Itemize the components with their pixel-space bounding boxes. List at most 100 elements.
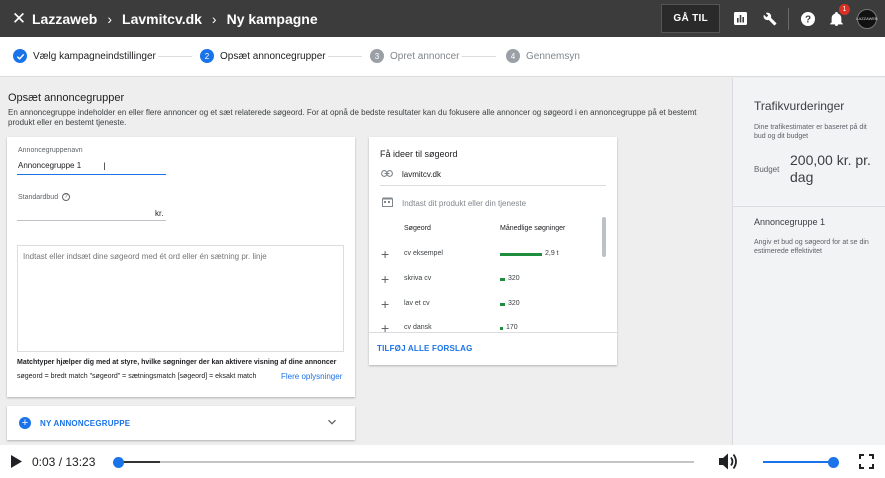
volume-icon[interactable] bbox=[717, 452, 739, 471]
col-monthly-searches: Månedlige søgninger bbox=[500, 225, 566, 232]
col-keyword: Søgeord bbox=[404, 225, 431, 232]
step-2[interactable]: 2 Opsæt annoncegrupper bbox=[200, 49, 326, 63]
top-bar-actions: GÅ TIL ? 1 LAZZAWEB bbox=[661, 0, 878, 37]
volume-knob[interactable] bbox=[827, 456, 839, 468]
volume-track[interactable] bbox=[763, 461, 833, 463]
adgroup-card: Annoncegruppenavn Ⅰ Standardbud ? kr. Ma… bbox=[7, 137, 355, 397]
volume-value: 320 bbox=[508, 300, 520, 307]
progress-track[interactable] bbox=[116, 461, 694, 463]
add-circle-icon: + bbox=[19, 417, 31, 429]
add-icon[interactable]: + bbox=[381, 271, 389, 287]
traffic-estimates-panel: Trafikvurderinger Dine trafikestimater e… bbox=[732, 78, 885, 458]
divider bbox=[788, 7, 789, 30]
step-connector bbox=[462, 56, 496, 57]
keyword-idea-row: + skriva cv 320 bbox=[381, 271, 601, 287]
fullscreen-icon[interactable] bbox=[859, 454, 874, 469]
progress-knob[interactable] bbox=[113, 456, 125, 468]
match-types-title: Matchtyper hjælper dig med at styre, hvi… bbox=[17, 359, 337, 366]
chevron-right-icon: › bbox=[211, 10, 217, 27]
add-icon[interactable]: + bbox=[381, 246, 389, 262]
divider bbox=[369, 332, 617, 333]
keyword-ideas-title: Få ideer til søgeord bbox=[380, 149, 458, 159]
new-adgroup-label: NY ANNONCEGRUPPE bbox=[40, 418, 131, 428]
keyword-idea-row: + cv eksempel 2,9 t bbox=[381, 246, 601, 262]
divider bbox=[733, 206, 885, 207]
url-row[interactable]: lavmitcv.dk bbox=[380, 170, 441, 179]
adgroup-name-input[interactable] bbox=[17, 157, 166, 175]
volume-value: 320 bbox=[508, 275, 520, 282]
volume-value: 170 bbox=[506, 324, 518, 331]
step-connector bbox=[158, 56, 192, 57]
step-2-number: 2 bbox=[200, 49, 214, 63]
add-icon[interactable]: + bbox=[381, 320, 389, 336]
breadcrumb-account[interactable]: Lazzaweb bbox=[32, 11, 97, 27]
add-all-suggestions-button[interactable]: TILFØJ ALLE FORSLAG bbox=[377, 344, 473, 353]
volume-bar bbox=[500, 327, 503, 330]
product-row[interactable]: Indtast dit produkt eller din tjeneste bbox=[380, 197, 526, 209]
url-value: lavmitcv.dk bbox=[402, 170, 441, 179]
keyword-text: lav et cv bbox=[404, 300, 430, 307]
keyword-text: skriva cv bbox=[404, 275, 432, 282]
traffic-title: Trafikvurderinger bbox=[754, 99, 845, 113]
step-1[interactable]: Vælg kampagneindstillinger bbox=[13, 49, 156, 63]
goto-button[interactable]: GÅ TIL bbox=[661, 4, 720, 33]
add-icon[interactable]: + bbox=[381, 296, 389, 312]
default-bid-label: Standardbud bbox=[18, 193, 59, 201]
notification-badge: 1 bbox=[839, 4, 850, 15]
step-3-number: 3 bbox=[370, 49, 384, 63]
chevron-right-icon: › bbox=[107, 10, 113, 27]
step-4-label: Gennemsyn bbox=[526, 50, 580, 62]
divider bbox=[380, 185, 606, 186]
bid-currency: kr. bbox=[155, 209, 164, 218]
step-2-label: Opsæt annoncegrupper bbox=[220, 50, 326, 62]
traffic-description: Dine trafikestimater er baseret på dit b… bbox=[754, 124, 867, 140]
close-icon[interactable]: ✕ bbox=[6, 9, 32, 29]
default-bid-input[interactable] bbox=[17, 205, 166, 221]
avatar[interactable]: LAZZAWEB bbox=[856, 8, 878, 29]
wrench-icon[interactable] bbox=[755, 0, 784, 37]
check-icon bbox=[13, 49, 27, 63]
breadcrumb-site[interactable]: Lavmitcv.dk bbox=[122, 11, 202, 27]
chevron-down-icon[interactable] bbox=[327, 417, 337, 427]
volume-bar bbox=[500, 253, 542, 256]
step-4-number: 4 bbox=[506, 49, 520, 63]
play-icon[interactable] bbox=[10, 454, 23, 469]
step-3-label: Opret annoncer bbox=[390, 50, 460, 62]
step-4[interactable]: 4 Gennemsyn bbox=[506, 49, 580, 63]
adgroup-estimate-desc: Angiv et bud og søgeord for at se din es… bbox=[754, 239, 869, 255]
volume-value: 2,9 t bbox=[545, 250, 559, 257]
breadcrumb-campaign: Ny kampagne bbox=[226, 10, 318, 27]
keyword-text: cv eksempel bbox=[404, 250, 443, 257]
default-bid-label-row: Standardbud ? bbox=[18, 193, 71, 201]
keyword-text: cv dansk bbox=[404, 324, 432, 331]
budget-label: Budget bbox=[754, 165, 780, 174]
budget-value: 200,00 kr. pr. dag bbox=[790, 152, 871, 185]
keyword-ideas-card: Få ideer til søgeord lavmitcv.dk Indtast… bbox=[369, 137, 617, 365]
reports-icon[interactable] bbox=[726, 0, 755, 37]
notifications-bell-icon[interactable]: 1 bbox=[822, 0, 851, 37]
new-adgroup-button[interactable]: + NY ANNONCEGRUPPE bbox=[7, 406, 355, 440]
keywords-textarea[interactable] bbox=[17, 245, 344, 352]
step-1-label: Vælg kampagneindstillinger bbox=[33, 50, 156, 62]
keyword-idea-row: + lav et cv 320 bbox=[381, 296, 601, 312]
help-icon[interactable]: ? bbox=[62, 193, 71, 201]
scrollbar[interactable] bbox=[602, 217, 606, 257]
volume-bar bbox=[500, 303, 505, 306]
product-input: Indtast dit produkt eller din tjeneste bbox=[402, 198, 527, 208]
page-description: En annoncegruppe indeholder en eller fle… bbox=[8, 108, 697, 127]
svg-text:?: ? bbox=[804, 14, 810, 25]
adgroup-estimate-name: Annoncegruppe 1 bbox=[754, 217, 826, 227]
top-bar: ✕ Lazzaweb › Lavmitcv.dk › Ny kampagne G… bbox=[0, 0, 885, 37]
store-icon bbox=[380, 197, 394, 209]
video-time: 0:03 / 13:23 bbox=[32, 455, 96, 469]
step-3[interactable]: 3 Opret annoncer bbox=[370, 49, 460, 63]
link-icon bbox=[380, 170, 394, 179]
page-title: Opsæt annoncegrupper bbox=[8, 92, 125, 104]
text-cursor-icon: Ⅰ bbox=[103, 162, 106, 173]
more-info-link[interactable]: Flere oplysninger bbox=[281, 372, 342, 381]
campaign-stepper: Vælg kampagneindstillinger 2 Opsæt annon… bbox=[0, 37, 885, 77]
help-icon[interactable]: ? bbox=[793, 0, 822, 37]
adgroup-name-label: Annoncegruppenavn bbox=[18, 147, 83, 154]
volume-bar bbox=[500, 278, 505, 281]
video-controls: 0:03 / 13:23 bbox=[0, 445, 885, 478]
